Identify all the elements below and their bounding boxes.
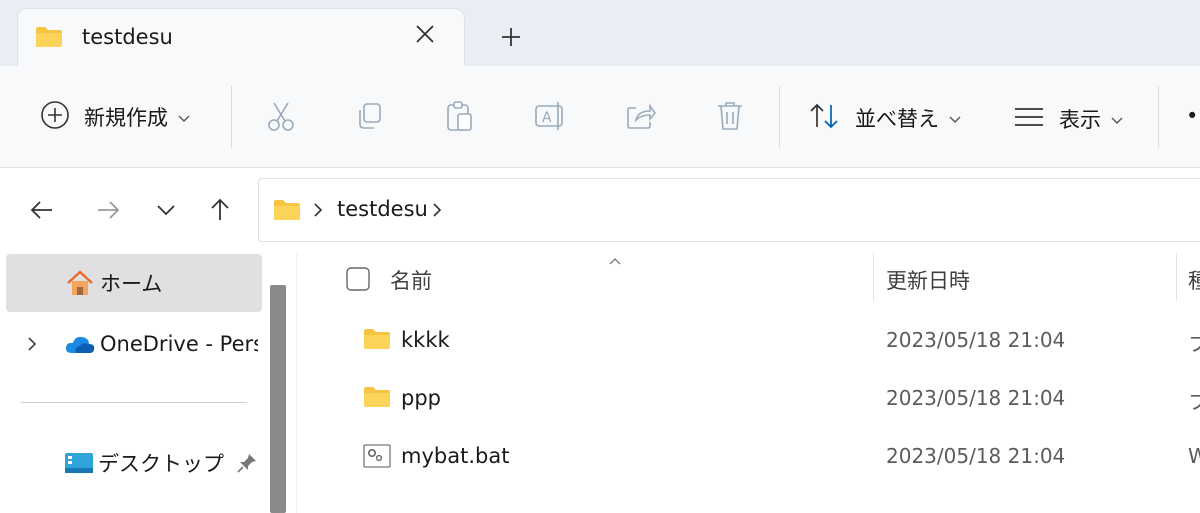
sidebar-item-onedrive[interactable]: OneDrive - Perso xyxy=(6,315,262,373)
more-options-button[interactable]: • xyxy=(1186,104,1198,128)
sort-label: 並べ替え xyxy=(855,107,939,131)
command-bar: 新規作成 A 並べ替え 表示 • xyxy=(0,66,1200,168)
address-bar[interactable]: testdesu xyxy=(258,178,1200,242)
folder-icon xyxy=(363,386,391,412)
file-name: ppp xyxy=(401,386,441,410)
plus-circle-icon xyxy=(40,100,70,134)
back-arrow-icon[interactable] xyxy=(28,196,56,224)
file-type: フ xyxy=(1188,332,1200,356)
chevron-right-icon[interactable] xyxy=(432,202,442,222)
new-label: 新規作成 xyxy=(84,106,168,130)
batch-file-icon xyxy=(363,444,391,472)
view-label: 表示 xyxy=(1059,108,1101,132)
sidebar-divider xyxy=(21,402,247,403)
toolbar-separator xyxy=(779,86,780,148)
pin-icon[interactable] xyxy=(236,452,258,474)
onedrive-icon xyxy=(64,333,96,355)
file-name: kkkk xyxy=(401,328,450,352)
navigation-pane: ホーム OneDrive - Perso デスクトップ xyxy=(0,253,296,513)
sidebar-item-desktop[interactable]: デスクトップ xyxy=(6,434,262,492)
sidebar-item-label: OneDrive - Perso xyxy=(100,332,258,356)
title-bar: testdesu xyxy=(0,0,1200,66)
folder-icon xyxy=(273,199,301,225)
sidebar-scrollbar[interactable] xyxy=(270,285,286,513)
column-resizer[interactable] xyxy=(1176,253,1177,301)
rename-icon[interactable]: A xyxy=(534,100,566,132)
paste-icon[interactable] xyxy=(446,100,474,132)
file-date: 2023/05/18 21:04 xyxy=(886,328,1066,352)
chevron-down-icon xyxy=(949,109,961,128)
delete-icon[interactable] xyxy=(716,100,744,132)
chevron-down-icon xyxy=(178,108,190,127)
sidebar-item-home[interactable]: ホーム xyxy=(6,254,262,312)
file-row[interactable]: ppp 2023/05/18 21:04 フ xyxy=(297,370,1200,428)
tab-testdesu[interactable]: testdesu xyxy=(17,8,465,66)
chevron-down-icon xyxy=(1111,110,1123,129)
toolbar-separator xyxy=(231,86,232,148)
svg-text:A: A xyxy=(542,110,552,126)
folder-icon xyxy=(363,328,391,354)
tab-title: testdesu xyxy=(82,25,173,49)
column-header-type[interactable]: 種 xyxy=(1188,265,1200,295)
column-header-date[interactable]: 更新日時 xyxy=(886,265,970,295)
new-button[interactable]: 新規作成 xyxy=(40,100,190,134)
share-icon[interactable] xyxy=(626,102,656,130)
list-view-icon xyxy=(1013,105,1045,133)
folder-icon xyxy=(35,26,63,52)
sort-button[interactable]: 並べ替え xyxy=(809,103,961,133)
sort-indicator-icon xyxy=(608,251,622,270)
sidebar-item-label: ホーム xyxy=(100,272,163,296)
select-all-checkbox[interactable] xyxy=(346,267,370,295)
chevron-right-icon[interactable] xyxy=(313,202,323,222)
file-date: 2023/05/18 21:04 xyxy=(886,444,1066,468)
up-arrow-icon[interactable] xyxy=(206,196,234,224)
file-type: フ xyxy=(1188,390,1200,414)
file-row[interactable]: kkkk 2023/05/18 21:04 フ xyxy=(297,312,1200,370)
forward-arrow-icon[interactable] xyxy=(94,196,122,224)
sidebar-item-label: デスクトップ xyxy=(98,452,224,476)
column-resizer[interactable] xyxy=(873,253,874,301)
desktop-icon xyxy=(64,451,94,475)
view-button[interactable]: 表示 xyxy=(1013,104,1123,134)
copy-icon[interactable] xyxy=(356,102,384,130)
file-name: mybat.bat xyxy=(401,444,510,468)
toolbar-separator xyxy=(1158,86,1159,148)
cut-icon[interactable] xyxy=(266,101,296,133)
file-date: 2023/05/18 21:04 xyxy=(886,386,1066,410)
sort-arrows-icon xyxy=(809,103,841,133)
home-icon xyxy=(64,269,96,297)
breadcrumb-testdesu[interactable]: testdesu xyxy=(337,197,428,221)
file-type: W xyxy=(1188,444,1200,468)
close-tab-icon[interactable] xyxy=(414,23,436,45)
chevron-right-icon[interactable] xyxy=(26,335,38,353)
file-row[interactable]: mybat.bat 2023/05/18 21:04 W xyxy=(297,428,1200,486)
column-header-name[interactable]: 名前 xyxy=(390,265,432,295)
column-header-row: 名前 更新日時 種 xyxy=(297,253,1200,307)
recent-locations-icon[interactable] xyxy=(152,196,180,224)
new-tab-icon[interactable] xyxy=(498,24,524,50)
